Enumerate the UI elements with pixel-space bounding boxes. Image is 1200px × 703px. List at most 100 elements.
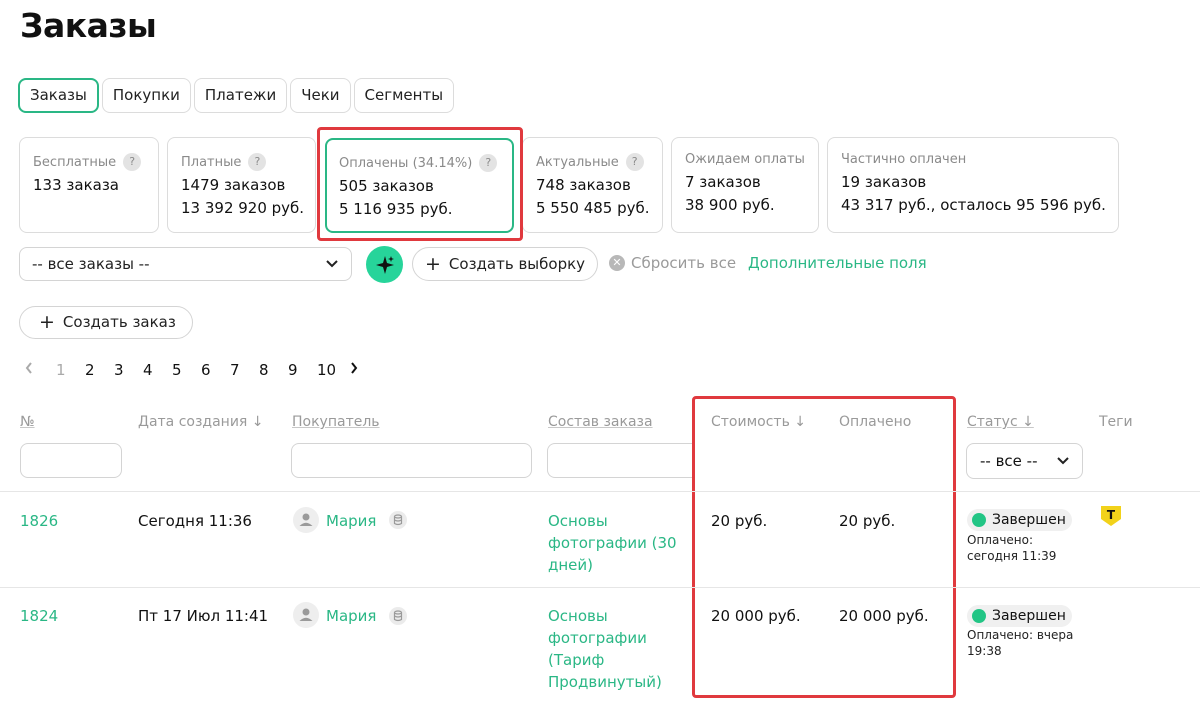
avatar: [293, 507, 319, 533]
order-filter-select[interactable]: -- все заказы --: [19, 247, 352, 281]
stat-label: Ожидаем оплаты: [685, 151, 805, 167]
page-3[interactable]: 3: [114, 361, 143, 379]
order-contents-line: Продвинутый): [548, 673, 662, 691]
stat-card-free[interactable]: Бесплатные? 133 заказа: [19, 137, 159, 233]
contents-filter-input[interactable]: [547, 443, 692, 478]
page-9[interactable]: 9: [288, 361, 317, 379]
column-header-paid[interactable]: Оплачено: [839, 414, 911, 430]
create-selection-button[interactable]: + Создать выборку: [412, 247, 599, 281]
stat-card-actual[interactable]: Актуальные? 748 заказов 5 550 485 руб.: [522, 137, 663, 233]
help-icon[interactable]: ?: [625, 153, 644, 171]
tab-receipts[interactable]: Чеки: [290, 78, 351, 113]
tab-segments[interactable]: Сегменты: [353, 78, 455, 113]
stat-amount: 5 550 485 руб.: [536, 199, 650, 217]
stat-count: 19 заказов: [841, 173, 927, 191]
help-icon[interactable]: ?: [123, 153, 142, 171]
column-header-contents[interactable]: Состав заказа: [548, 414, 653, 430]
order-number-link[interactable]: 1826: [20, 510, 58, 532]
sparkle-icon: [375, 255, 394, 274]
order-paid: 20 000 руб.: [839, 607, 929, 625]
paid-note-line: Оплачено: вчера: [967, 628, 1074, 642]
buyer-name-link[interactable]: Мария: [326, 510, 376, 532]
reset-all-button[interactable]: ✕ Сбросить все: [609, 254, 736, 272]
row-divider: [0, 491, 1200, 492]
help-icon[interactable]: ?: [248, 153, 267, 171]
order-contents-line: фотографии (30: [548, 534, 677, 552]
paid-note: Оплачено: вчера 19:38: [967, 627, 1087, 659]
order-contents-link[interactable]: Основы фотографии (30 дней): [548, 510, 677, 576]
stat-amount: 5 116 935 руб.: [339, 200, 453, 218]
page-1: 1: [56, 361, 66, 379]
column-header-number[interactable]: №: [20, 414, 35, 430]
status-label: Завершен: [992, 512, 1066, 528]
paid-note-line: сегодня 11:39: [967, 549, 1057, 563]
stat-count: 133 заказа: [33, 176, 119, 194]
buyer-name-link[interactable]: Мария: [326, 605, 376, 627]
reset-all-label: Сбросить все: [631, 254, 737, 272]
stat-card-awaiting[interactable]: Ожидаем оплаты 7 заказов 38 900 руб.: [671, 137, 819, 233]
column-header-buyer[interactable]: Покупатель: [292, 414, 380, 430]
help-icon[interactable]: ?: [479, 154, 498, 172]
order-number-link[interactable]: 1824: [20, 605, 58, 627]
order-contents-link[interactable]: Основы фотографии (Тариф Продвинутый): [548, 605, 662, 693]
stat-label: Актуальные: [536, 154, 619, 170]
create-order-button[interactable]: + Создать заказ: [19, 306, 193, 339]
tab-payments[interactable]: Платежи: [193, 78, 288, 113]
pagination: 1 2 3 4 5 6 7 8 9 10: [24, 361, 359, 379]
stat-count: 748 заказов: [536, 176, 631, 194]
page-4[interactable]: 4: [143, 361, 172, 379]
tab-purchases[interactable]: Покупки: [101, 78, 191, 113]
status-dot-icon: [972, 513, 986, 527]
extra-fields-link[interactable]: Дополнительные поля: [748, 254, 927, 272]
chevron-down-icon: [325, 248, 339, 292]
page-8[interactable]: 8: [259, 361, 288, 379]
magic-sparkle-button[interactable]: [366, 246, 403, 283]
number-filter-input[interactable]: [20, 443, 122, 478]
status-filter-value: -- все --: [980, 452, 1038, 470]
stat-count: 1479 заказов: [181, 176, 286, 194]
user-icon: [299, 608, 313, 621]
page-5[interactable]: 5: [172, 361, 201, 379]
column-header-cost[interactable]: Стоимость ↓: [711, 414, 806, 430]
order-contents-line: фотографии: [548, 629, 647, 647]
page-title: Заказы: [20, 6, 157, 45]
tab-orders[interactable]: Заказы: [18, 78, 99, 113]
column-header-status[interactable]: Статус ↓: [967, 414, 1034, 430]
plus-icon: +: [425, 252, 441, 275]
chevron-left-icon[interactable]: [24, 361, 56, 379]
buyer-filter-input[interactable]: [291, 443, 532, 478]
order-cost: 20 000 руб.: [711, 607, 801, 625]
order-contents-line: дней): [548, 556, 594, 574]
order-created-date: Сегодня 11:36: [138, 512, 252, 530]
highlight-annotation: [692, 396, 956, 698]
order-contents-line: Основы: [548, 607, 608, 625]
status-dot-icon: [972, 609, 986, 623]
order-created-date: Пт 17 Июл 11:41: [138, 607, 269, 625]
chevron-down-icon: [1056, 444, 1070, 491]
paid-note: Оплачено: сегодня 11:39: [967, 532, 1087, 564]
paid-note-line: Оплачено:: [967, 533, 1034, 547]
tag-badge-letter: T: [1107, 508, 1116, 522]
stat-label: Платные: [181, 154, 242, 170]
status-badge: Завершен: [967, 509, 1072, 531]
tab-bar: Заказы Покупки Платежи Чеки Сегменты: [18, 78, 455, 113]
page-10[interactable]: 10: [317, 361, 349, 379]
row-divider: [0, 587, 1200, 588]
page-2[interactable]: 2: [85, 361, 114, 379]
chevron-right-icon[interactable]: [349, 361, 359, 379]
column-header-tags: Теги: [1099, 414, 1133, 430]
tag-badge-icon[interactable]: T: [1099, 504, 1123, 532]
page-6[interactable]: 6: [201, 361, 230, 379]
stat-card-partial[interactable]: Частично оплачен 19 заказов 43 317 руб.,…: [827, 137, 1119, 233]
order-contents-line: (Тариф: [548, 651, 605, 669]
status-badge: Завершен: [967, 605, 1072, 627]
database-icon[interactable]: [389, 607, 407, 625]
stat-card-paid-orders[interactable]: Оплачены (34.14%)? 505 заказов 5 116 935…: [325, 138, 514, 233]
stat-card-paid[interactable]: Платные? 1479 заказов 13 392 920 руб.: [167, 137, 316, 233]
page-7[interactable]: 7: [230, 361, 259, 379]
status-filter-select[interactable]: -- все --: [966, 443, 1083, 479]
database-icon[interactable]: [389, 511, 407, 529]
stat-amount: 13 392 920 руб.: [181, 199, 305, 217]
column-header-created[interactable]: Дата создания ↓: [138, 414, 264, 430]
stat-label: Оплачены (34.14%): [339, 155, 473, 171]
